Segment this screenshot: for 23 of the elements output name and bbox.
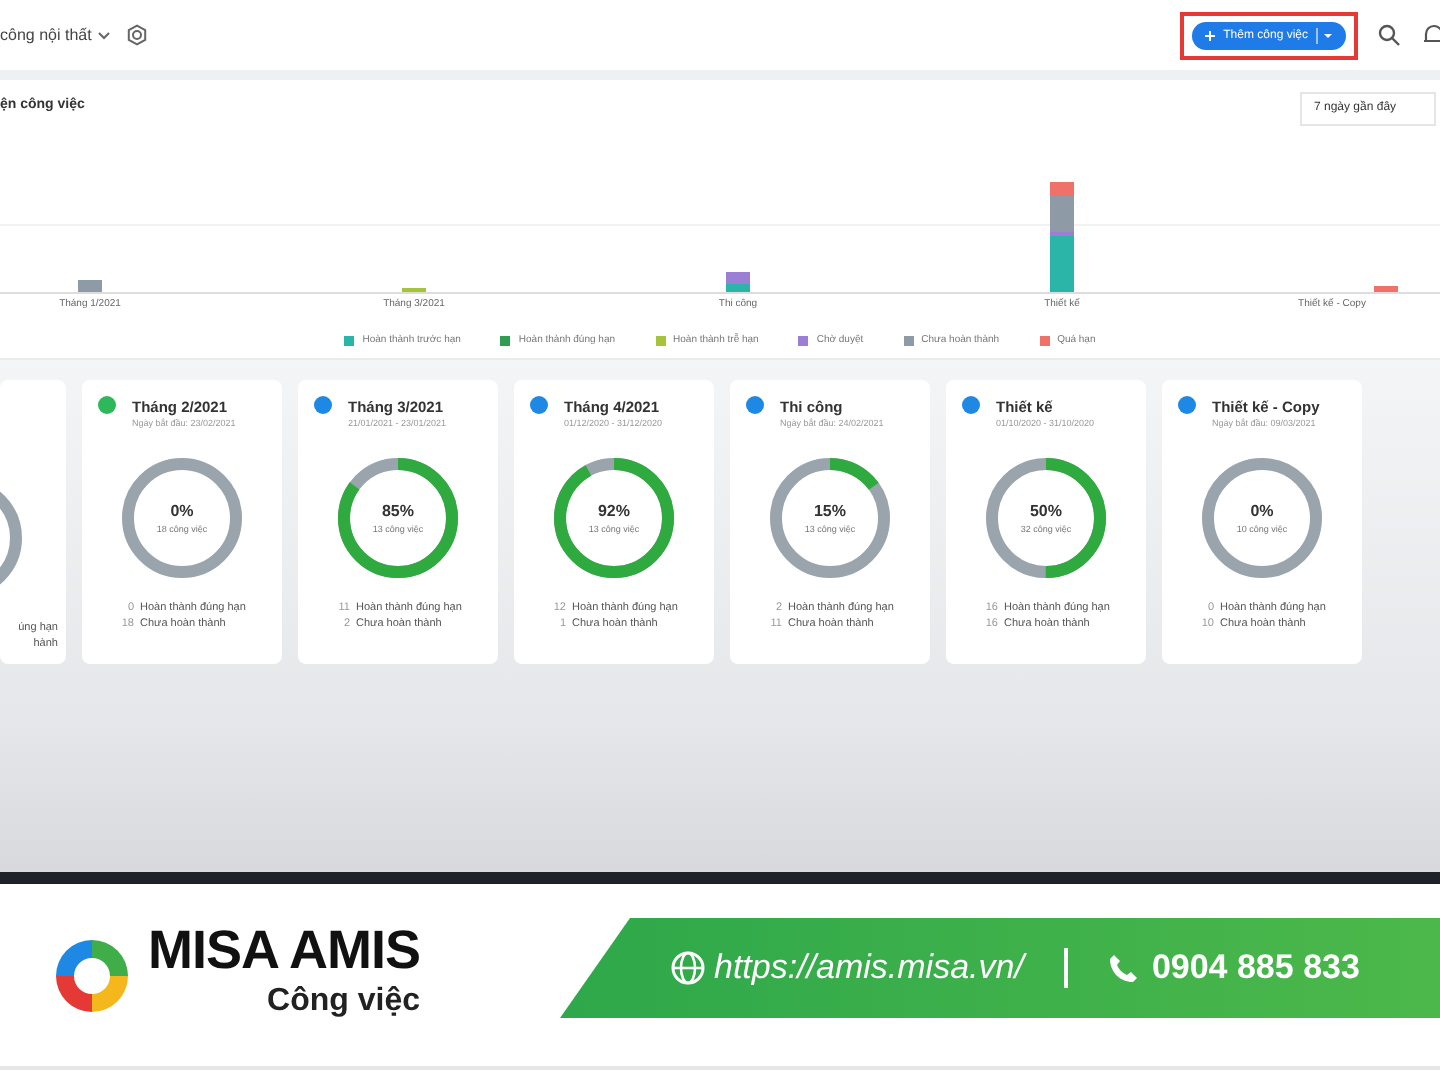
- globe-icon: [670, 950, 706, 986]
- bar-segment: [1374, 286, 1398, 292]
- settings-icon[interactable]: [125, 24, 148, 46]
- percent-label: 15%: [813, 499, 846, 524]
- caret-icon: [1316, 27, 1334, 43]
- project-selector[interactable]: công nội thất: [0, 23, 92, 47]
- phone-icon: [1107, 952, 1140, 984]
- percent-label: 0%: [1250, 499, 1274, 524]
- product-name: Công việc: [267, 982, 420, 1022]
- logo-icon: [52, 935, 132, 1015]
- donut-chart: [1200, 456, 1324, 580]
- percent-label: 92%: [597, 499, 630, 524]
- phone-number: 0904 885 833: [1151, 946, 1360, 991]
- caret-icon: [97, 31, 110, 39]
- donut-chart: [120, 456, 244, 580]
- brand-name: MISA AMIS: [148, 924, 420, 978]
- search-icon[interactable]: [1378, 24, 1400, 46]
- percent-label: 50%: [1029, 499, 1062, 524]
- plus-icon: [1203, 29, 1216, 41]
- bar-segment: [78, 280, 102, 292]
- bell-icon[interactable]: [1424, 24, 1440, 46]
- percent-label: 85%: [381, 499, 414, 524]
- percent-label: 0%: [170, 499, 194, 524]
